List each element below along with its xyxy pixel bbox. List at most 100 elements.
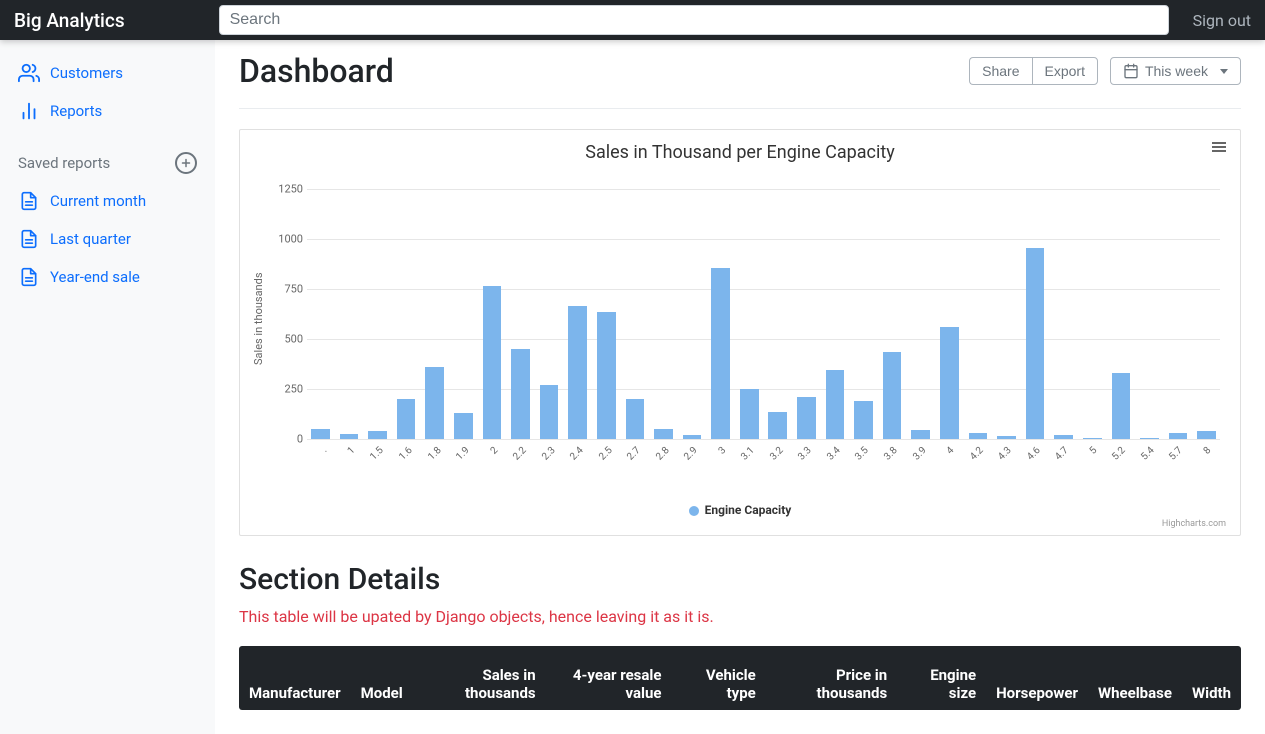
file-icon: [18, 228, 40, 250]
chart-bar[interactable]: [368, 431, 387, 439]
chart-bar[interactable]: [654, 429, 673, 439]
chart-bars-row: [307, 179, 1220, 439]
saved-report-label: Last quarter: [50, 230, 131, 248]
table-column-header[interactable]: 4-year resale value: [546, 646, 672, 710]
table-column-header[interactable]: Sales in thousands: [413, 646, 546, 710]
table-column-header[interactable]: Horsepower: [986, 646, 1088, 710]
chart-bar-slot: [793, 179, 820, 439]
chart-bar-slot: [850, 179, 877, 439]
chart-x-tick: 1.5: [369, 445, 387, 463]
chart-bar[interactable]: [397, 399, 416, 439]
chart-gridline: [307, 439, 1220, 440]
page-header: Dashboard Share Export This week: [239, 42, 1241, 109]
chart-bar[interactable]: [1112, 373, 1131, 439]
chart-bar-slot: [1165, 179, 1192, 439]
sidebar-item-customers[interactable]: Customers: [18, 54, 197, 92]
chart-bar[interactable]: [854, 401, 873, 439]
search-input[interactable]: [219, 5, 1169, 35]
chart-bar[interactable]: [454, 413, 473, 439]
chart-bar-slot: [393, 179, 420, 439]
chart-bar-slot: [879, 179, 906, 439]
chart-bar[interactable]: [340, 434, 359, 439]
main: Dashboard Share Export This week Sales i…: [215, 40, 1265, 734]
chart-bar[interactable]: [483, 286, 502, 439]
chart-bar-slot: [622, 179, 649, 439]
chart-x-tick: 3.9: [911, 445, 929, 463]
chart-x-tick: 1.6: [397, 445, 415, 463]
chart-bar[interactable]: [826, 370, 845, 439]
chart-x-tick: 2.9: [682, 445, 700, 463]
chart-x-tick: 2.3: [540, 445, 558, 463]
chart-bar[interactable]: [940, 327, 959, 439]
chart-x-tick: 4.6: [1025, 445, 1043, 463]
chart-bar[interactable]: [883, 352, 902, 439]
chart-bar-slot: [679, 179, 706, 439]
section-details: Section Details This table will be upate…: [239, 562, 1241, 710]
chart-bar[interactable]: [311, 429, 330, 439]
chart-bar[interactable]: [1054, 435, 1073, 439]
chart-menu-button[interactable]: [1212, 140, 1226, 154]
chart-bar-slot: [707, 179, 734, 439]
chart-x-tick: 3.1: [739, 445, 757, 463]
table-column-header[interactable]: Manufacturer: [239, 646, 351, 710]
table-column-header[interactable]: Vehicle type: [672, 646, 766, 710]
share-button[interactable]: Share: [969, 57, 1031, 85]
chart-bar[interactable]: [540, 385, 559, 439]
file-icon: [18, 266, 40, 288]
chart-y-tick: 1250: [269, 183, 303, 196]
chart-legend: Engine Capacity: [250, 503, 1230, 517]
table-column-header[interactable]: Wheelbase: [1088, 646, 1182, 710]
chart-bar[interactable]: [511, 349, 530, 439]
saved-report-year-end[interactable]: Year-end sale: [18, 258, 197, 296]
table-column-header[interactable]: Price in thousands: [766, 646, 897, 710]
file-icon: [18, 190, 40, 212]
chart-bar[interactable]: [797, 397, 816, 439]
saved-report-last-quarter[interactable]: Last quarter: [18, 220, 197, 258]
chart-bar[interactable]: [1140, 438, 1159, 439]
chart-bar[interactable]: [597, 312, 616, 439]
saved-report-current-month[interactable]: Current month: [18, 182, 197, 220]
bar-chart-icon: [18, 100, 40, 122]
chart-bar[interactable]: [740, 389, 759, 439]
chart-bar[interactable]: [1083, 438, 1102, 439]
chart-bar[interactable]: [1197, 431, 1216, 439]
chart-y-tick: 0: [269, 433, 303, 446]
add-report-button[interactable]: [175, 152, 197, 174]
export-button[interactable]: Export: [1032, 57, 1098, 85]
table-column-header[interactable]: Model: [351, 646, 413, 710]
chart-bar[interactable]: [997, 436, 1016, 439]
chart-bar[interactable]: [711, 268, 730, 439]
chart-x-tick: 5: [1088, 445, 1100, 457]
sidebar-item-label: Reports: [50, 102, 102, 120]
chart-x-tick: 2.2: [511, 445, 529, 463]
legend-label: Engine Capacity: [705, 503, 792, 517]
data-table: ManufacturerModelSales in thousands4-yea…: [239, 646, 1241, 710]
chart-bar[interactable]: [911, 430, 930, 439]
sidebar-item-reports[interactable]: Reports: [18, 92, 197, 130]
chart-bar[interactable]: [1169, 433, 1188, 439]
chart-bar[interactable]: [1026, 248, 1045, 439]
chart-x-tick: 4: [945, 445, 957, 457]
chart-x-tick: 5.7: [1167, 445, 1185, 463]
signout-link[interactable]: Sign out: [1193, 11, 1251, 30]
chart-x-tick: 5.4: [1139, 445, 1157, 463]
chart-bar[interactable]: [568, 306, 587, 439]
chart-bar[interactable]: [626, 399, 645, 439]
users-icon: [18, 62, 40, 84]
chart-bar[interactable]: [683, 435, 702, 439]
chart-bar-slot: [307, 179, 334, 439]
chart-bar[interactable]: [425, 367, 444, 439]
calendar-icon: [1123, 63, 1139, 79]
date-range-button[interactable]: This week: [1110, 57, 1241, 85]
chart-bar[interactable]: [768, 412, 787, 439]
table-column-header[interactable]: Width: [1182, 646, 1241, 710]
chart-bar-slot: [1050, 179, 1077, 439]
chart-x-tick: 2.5: [597, 445, 615, 463]
table-column-header[interactable]: Engine size: [897, 646, 986, 710]
chart-bar-slot: [965, 179, 992, 439]
chart-card: Sales in Thousand per Engine Capacity Sa…: [239, 129, 1241, 536]
chart-x-tick: 1: [346, 445, 358, 457]
chart-y-tick: 500: [269, 333, 303, 346]
chart-bar[interactable]: [969, 433, 988, 439]
chart-x-tick: 2.8: [654, 445, 672, 463]
